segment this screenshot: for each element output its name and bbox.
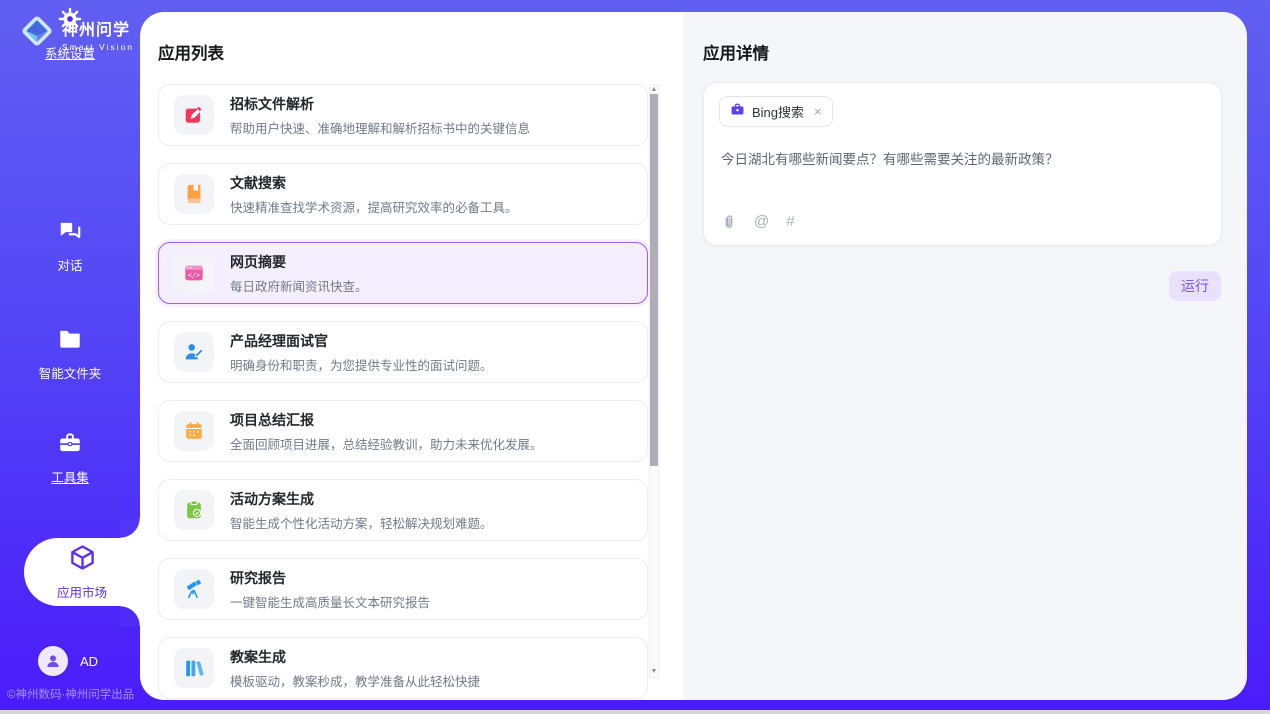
list-scrollbar[interactable]: ▲ ▼ [649, 84, 659, 678]
edit-doc-icon [174, 95, 214, 135]
app-card[interactable]: 招标文件解析 帮助用户快速、准确地理解和解析招标书中的关键信息 [158, 84, 648, 146]
briefcase-icon [730, 102, 745, 122]
at-sign-icon[interactable]: @ [754, 213, 769, 230]
app-detail-panel: 应用详情 Bing搜索 × 今日湖北有哪些新闻要点？有哪些需要关注的最新政策？ … [683, 12, 1247, 700]
person-icon [44, 652, 62, 670]
sidebar-item-chat[interactable]: 对话 [0, 212, 140, 280]
sidebar-item-label: 工具集 [51, 467, 89, 486]
app-card-description: 明确身份和职责，为您提供专业性的面试问题。 [230, 355, 493, 374]
sidebar-item-label: 对话 [57, 255, 82, 274]
app-card-list: 招标文件解析 帮助用户快速、准确地理解和解析招标书中的关键信息 文献搜索 快速精… [158, 84, 648, 700]
prompt-input[interactable]: 今日湖北有哪些新闻要点？有哪些需要关注的最新政策？ [721, 150, 1201, 170]
chat-icon [57, 218, 83, 249]
app-card-description: 模板驱动，教案秒成，教学准备从此轻松快捷 [230, 671, 480, 690]
app-card-description: 全面回顾项目进展，总结经验教训，助力未来优化发展。 [230, 434, 543, 453]
scrollbar-thumb[interactable] [650, 94, 658, 466]
app-card[interactable]: 研究报告 一键智能生成高质量长文本研究报告 [158, 558, 648, 620]
close-icon[interactable]: × [814, 104, 822, 119]
app-detail-title: 应用详情 [703, 40, 769, 64]
tool-chip-label: Bing搜索 [752, 102, 804, 121]
sidebar-item-label: 系统设置 [45, 43, 95, 62]
app-list-title: 应用列表 [158, 40, 224, 64]
app-card-description: 一键智能生成高质量长文本研究报告 [230, 592, 430, 611]
app-card[interactable]: </> 网页摘要 每日政府新闻资讯快查。 [158, 242, 648, 304]
report-calendar-icon [174, 411, 214, 451]
gear-icon [57, 6, 83, 37]
scroll-down-icon[interactable]: ▼ [650, 667, 658, 677]
app-card[interactable]: 产品经理面试官 明确身份和职责，为您提供专业性的面试问题。 [158, 321, 648, 383]
sidebar-item-folder[interactable]: 智能文件夹 [0, 320, 140, 388]
app-list-panel: 应用列表 招标文件解析 帮助用户快速、准确地理解和解析招标书中的关键信息 文献搜… [140, 12, 683, 700]
hash-icon[interactable]: # [786, 213, 794, 230]
app-card-description: 智能生成个性化活动方案，轻松解决规划难题。 [230, 513, 493, 532]
sidebar: 神州问学 Smart Vision 对话 智能文件夹 工具集 应用市场 [0, 0, 140, 714]
user-name: AD [80, 654, 98, 669]
composer-card: Bing搜索 × 今日湖北有哪些新闻要点？有哪些需要关注的最新政策？ @ # [703, 82, 1222, 246]
telescope-icon [174, 569, 214, 609]
app-card-description: 快速精准查找学术资源，提高研究效率的必备工具。 [230, 197, 518, 216]
app-card-description: 每日政府新闻资讯快查。 [230, 276, 368, 295]
app-card-title: 研究报告 [230, 568, 430, 588]
sidebar-item-label: 智能文件夹 [39, 363, 102, 382]
tool-chip-bing-search[interactable]: Bing搜索 × [719, 96, 833, 127]
sidebar-item-toolbox[interactable]: 工具集 [0, 424, 140, 492]
composer-toolbar: @ # [721, 213, 795, 230]
app-card-title: 产品经理面试官 [230, 331, 493, 351]
window-bottom-edge [0, 710, 1270, 714]
app-card-title: 招标文件解析 [230, 94, 530, 114]
app-card-title: 项目总结汇报 [230, 410, 543, 430]
folder-icon [57, 326, 83, 357]
run-button[interactable]: 运行 [1169, 271, 1221, 301]
app-card-title: 文献搜索 [230, 173, 518, 193]
sidebar-item-gear[interactable]: 系统设置 [0, 0, 140, 68]
app-card[interactable]: 教案生成 模板驱动，教案秒成，教学准备从此轻松快捷 [158, 637, 648, 699]
copyright-text: ©神州数码·神州问学出品 [7, 686, 134, 702]
browser-code-icon: </> [174, 253, 214, 293]
interview-icon [174, 332, 214, 372]
sidebar-item-label: 应用市场 [57, 582, 107, 601]
user-row[interactable]: AD [38, 646, 98, 676]
app-card-description: 帮助用户快速、准确地理解和解析招标书中的关键信息 [230, 118, 530, 137]
toolbox-icon [57, 430, 83, 461]
app-card-title: 网页摘要 [230, 252, 368, 272]
app-card[interactable]: 文献搜索 快速精准查找学术资源，提高研究效率的必备工具。 [158, 163, 648, 225]
paperclip-icon[interactable] [721, 214, 737, 230]
sidebar-item-cube[interactable]: 应用市场 [24, 538, 140, 606]
books-icon [174, 648, 214, 688]
book-icon [174, 174, 214, 214]
cube-icon [69, 544, 96, 576]
avatar[interactable] [38, 646, 68, 676]
app-card[interactable]: 活动方案生成 智能生成个性化活动方案，轻松解决规划难题。 [158, 479, 648, 541]
app-card-title: 活动方案生成 [230, 489, 493, 509]
sidebar-nav: 对话 智能文件夹 工具集 应用市场 系统设置 [0, 0, 140, 714]
app-card[interactable]: 项目总结汇报 全面回顾项目进展，总结经验教训，助力未来优化发展。 [158, 400, 648, 462]
svg-text:</>: </> [188, 271, 200, 279]
app-card-title: 教案生成 [230, 647, 480, 667]
clipboard-check-icon [174, 490, 214, 530]
